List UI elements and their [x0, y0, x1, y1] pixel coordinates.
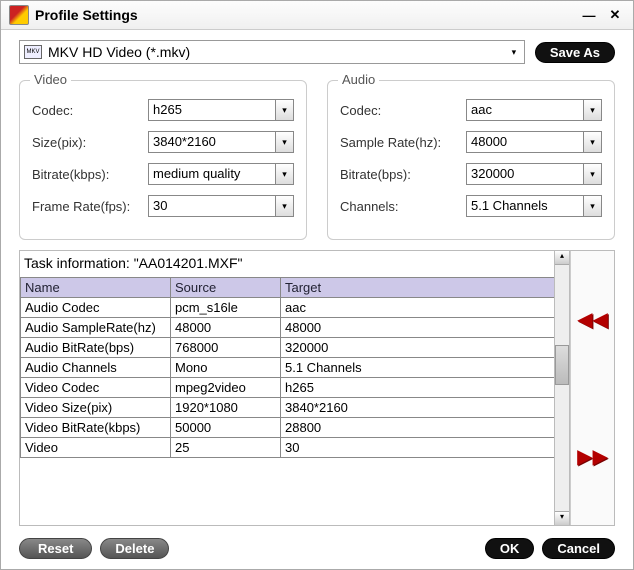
- table-cell: Video Size(pix): [21, 398, 171, 418]
- chevron-down-icon: ▾: [583, 132, 601, 152]
- video-size-value: 3840*2160: [149, 132, 275, 152]
- audio-samplerate-select[interactable]: 48000 ▾: [466, 131, 602, 153]
- table-row: Video Codecmpeg2videoh265: [21, 378, 570, 398]
- audio-codec-value: aac: [467, 100, 583, 120]
- audio-codec-select[interactable]: aac ▾: [466, 99, 602, 121]
- table-row: Video Size(pix)1920*10803840*2160: [21, 398, 570, 418]
- window-title: Profile Settings: [35, 7, 573, 23]
- table-row: Audio SampleRate(hz)4800048000: [21, 318, 570, 338]
- table-cell: 320000: [281, 338, 570, 358]
- table-cell: Audio Codec: [21, 298, 171, 318]
- audio-codec-label: Codec:: [340, 103, 460, 118]
- table-cell: Audio BitRate(bps): [21, 338, 171, 358]
- table-cell: 28800: [281, 418, 570, 438]
- video-bitrate-select[interactable]: medium quality ▾: [148, 163, 294, 185]
- table-header-target: Target: [281, 278, 570, 298]
- audio-channels-select[interactable]: 5.1 Channels ▾: [466, 195, 602, 217]
- table-cell: 1920*1080: [171, 398, 281, 418]
- table-cell: h265: [281, 378, 570, 398]
- table-cell: pcm_s16le: [171, 298, 281, 318]
- table-cell: Mono: [171, 358, 281, 378]
- titlebar: Profile Settings — ✕: [1, 1, 633, 30]
- video-framerate-value: 30: [149, 196, 275, 216]
- table-row: Audio ChannelsMono5.1 Channels: [21, 358, 570, 378]
- chevron-down-icon: ▾: [275, 100, 293, 120]
- table-cell: 3840*2160: [281, 398, 570, 418]
- ok-button[interactable]: OK: [485, 538, 535, 559]
- table-cell: 48000: [281, 318, 570, 338]
- scroll-down-icon[interactable]: ▾: [555, 511, 569, 525]
- chevron-down-icon: ▾: [583, 196, 601, 216]
- reset-button[interactable]: Reset: [19, 538, 92, 559]
- table-cell: 30: [281, 438, 570, 458]
- audio-channels-value: 5.1 Channels: [467, 196, 583, 216]
- video-bitrate-label: Bitrate(kbps):: [32, 167, 142, 182]
- chevron-down-icon: ▾: [275, 196, 293, 216]
- audio-samplerate-label: Sample Rate(hz):: [340, 135, 460, 150]
- table-cell: 50000: [171, 418, 281, 438]
- video-codec-label: Codec:: [32, 103, 142, 118]
- prev-task-button[interactable]: ◀◀: [577, 307, 608, 332]
- table-cell: Video BitRate(kbps): [21, 418, 171, 438]
- cancel-button[interactable]: Cancel: [542, 538, 615, 559]
- table-cell: Video Codec: [21, 378, 171, 398]
- table-cell: mpeg2video: [171, 378, 281, 398]
- chevron-down-icon: ▾: [583, 164, 601, 184]
- table-cell: 48000: [171, 318, 281, 338]
- table-row: Audio Codecpcm_s16leaac: [21, 298, 570, 318]
- chevron-down-icon: ▾: [583, 100, 601, 120]
- video-legend: Video: [30, 72, 71, 87]
- scroll-up-icon[interactable]: ▴: [555, 251, 569, 265]
- audio-bitrate-value: 320000: [467, 164, 583, 184]
- table-cell: 5.1 Channels: [281, 358, 570, 378]
- chevron-down-icon: ▾: [275, 164, 293, 184]
- chevron-down-icon: ▾: [275, 132, 293, 152]
- next-task-button[interactable]: ▶▶: [577, 444, 608, 469]
- table-header-source: Source: [171, 278, 281, 298]
- profile-select[interactable]: MKV MKV HD Video (*.mkv) ▾: [19, 40, 525, 64]
- app-icon: [9, 5, 29, 25]
- audio-bitrate-label: Bitrate(bps):: [340, 167, 460, 182]
- minimize-button[interactable]: —: [579, 5, 599, 25]
- scroll-thumb[interactable]: [555, 345, 569, 385]
- task-info-table: Name Source Target Audio Codecpcm_s16lea…: [20, 277, 570, 458]
- video-bitrate-value: medium quality: [149, 164, 275, 184]
- video-size-select[interactable]: 3840*2160 ▾: [148, 131, 294, 153]
- table-cell: 25: [171, 438, 281, 458]
- table-cell: Audio Channels: [21, 358, 171, 378]
- video-codec-select[interactable]: h265 ▾: [148, 99, 294, 121]
- task-scrollbar[interactable]: ▴ ▾: [554, 251, 570, 525]
- video-size-label: Size(pix):: [32, 135, 142, 150]
- profile-type-icon: MKV: [24, 45, 42, 59]
- table-cell: 768000: [171, 338, 281, 358]
- chevron-down-icon: ▾: [508, 47, 520, 58]
- audio-panel: Audio Codec: aac ▾ Sample Rate(hz): 4800…: [327, 80, 615, 240]
- table-row: Video2530: [21, 438, 570, 458]
- table-row: Video BitRate(kbps)5000028800: [21, 418, 570, 438]
- close-button[interactable]: ✕: [605, 5, 625, 25]
- audio-legend: Audio: [338, 72, 379, 87]
- table-row: Audio BitRate(bps)768000320000: [21, 338, 570, 358]
- video-framerate-label: Frame Rate(fps):: [32, 199, 142, 214]
- table-header-name: Name: [21, 278, 171, 298]
- audio-samplerate-value: 48000: [467, 132, 583, 152]
- video-panel: Video Codec: h265 ▾ Size(pix): 3840*2160…: [19, 80, 307, 240]
- save-as-button[interactable]: Save As: [535, 42, 615, 63]
- audio-channels-label: Channels:: [340, 199, 460, 214]
- audio-bitrate-select[interactable]: 320000 ▾: [466, 163, 602, 185]
- delete-button[interactable]: Delete: [100, 538, 169, 559]
- task-info-area: Task information: "AA014201.MXF" Name So…: [19, 250, 615, 526]
- video-codec-value: h265: [149, 100, 275, 120]
- video-framerate-select[interactable]: 30 ▾: [148, 195, 294, 217]
- table-cell: aac: [281, 298, 570, 318]
- task-info-header: Task information: "AA014201.MXF": [20, 251, 570, 277]
- table-cell: Audio SampleRate(hz): [21, 318, 171, 338]
- table-cell: Video: [21, 438, 171, 458]
- profile-value: MKV HD Video (*.mkv): [48, 44, 508, 60]
